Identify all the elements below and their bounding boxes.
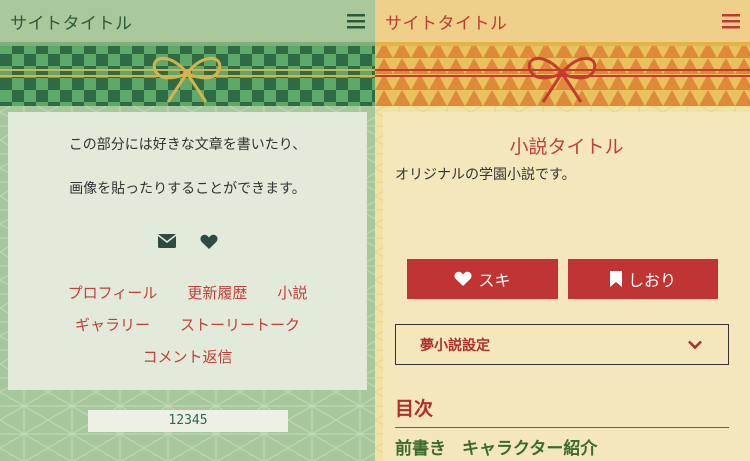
contact-icon-row	[8, 234, 367, 250]
intro-card: この部分には好きな文章を書いたり、 画像を貼ったりすることができます。 プロフィ…	[8, 112, 367, 390]
nav-link-comment-replies[interactable]: コメント返信	[142, 346, 232, 367]
novel-description: オリジナルの学園小説です。	[395, 167, 576, 183]
toc-heading: 目次	[395, 394, 729, 428]
toc-list: 前書き キャラクター紹介	[395, 434, 597, 459]
dream-novel-settings-toggle[interactable]: 夢小説設定	[395, 324, 729, 365]
triangle-mizuhiki-banner	[375, 42, 750, 106]
nav-row: コメント返信	[8, 346, 367, 367]
dream-settings-label: 夢小説設定	[420, 337, 490, 354]
heart-icon	[454, 271, 472, 286]
intro-text-line: 画像を貼ったりすることができます。	[69, 181, 306, 197]
hamburger-menu-icon[interactable]	[347, 13, 365, 29]
site-header: サイトタイトル	[375, 0, 750, 42]
toc-item-preface[interactable]: 前書き	[395, 434, 446, 459]
bookmark-button[interactable]: しおり	[568, 259, 718, 299]
nav-link-update-history[interactable]: 更新履歴	[187, 282, 247, 303]
intro-text-line: この部分には好きな文章を書いたり、	[68, 137, 307, 153]
toc-item-character-intro[interactable]: キャラクター紹介	[462, 434, 597, 459]
bookmark-icon	[609, 271, 622, 287]
nav-link-gallery[interactable]: ギャラリー	[75, 314, 150, 335]
nav-row: プロフィール 更新履歴 小説	[8, 282, 367, 303]
nav-link-profile[interactable]: プロフィール	[68, 282, 158, 303]
left-theme-preview: サイトタイトル この部分には好きな文章を書いたり、 画像を貼ったりすることができ…	[0, 0, 375, 461]
envelope-icon[interactable]	[157, 234, 176, 248]
access-counter: 12345	[88, 410, 288, 432]
checkered-mizuhiki-banner	[0, 42, 375, 106]
novel-title: 小説タイトル	[509, 136, 624, 158]
site-header: サイトタイトル	[0, 0, 375, 42]
nav-link-novels[interactable]: 小説	[277, 282, 307, 303]
like-button[interactable]: スキ	[407, 259, 558, 299]
site-title[interactable]: サイトタイトル	[10, 9, 133, 34]
chevron-down-icon	[688, 340, 702, 349]
like-button-label: スキ	[478, 271, 511, 290]
novel-card: 小説タイトル オリジナルの学園小説です。 スキ しおり 夢小説設定 目次 前書き…	[383, 112, 750, 461]
nav-row: ギャラリー ストーリートーク	[8, 314, 367, 335]
site-title[interactable]: サイトタイトル	[385, 9, 508, 34]
nav-link-story-talk[interactable]: ストーリートーク	[180, 314, 300, 335]
hamburger-menu-icon[interactable]	[722, 13, 740, 29]
heart-icon[interactable]	[199, 234, 218, 250]
bookmark-button-label: しおり	[627, 271, 676, 290]
